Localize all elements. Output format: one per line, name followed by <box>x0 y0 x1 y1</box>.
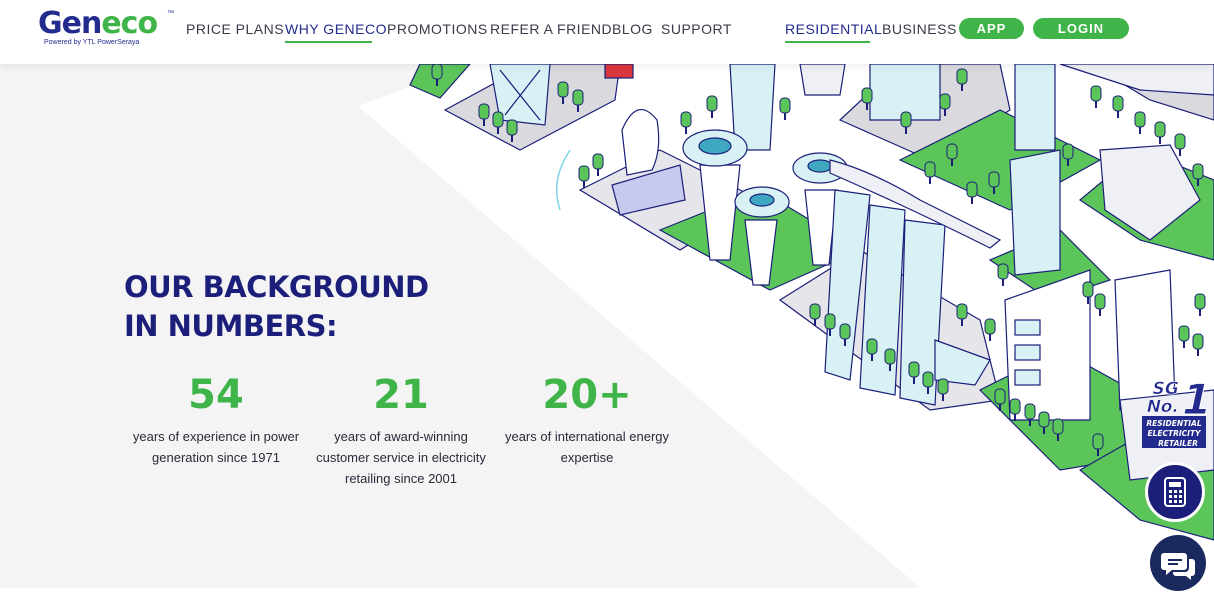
logo-wordmark: Geneco <box>38 6 158 41</box>
stat-value-customer-service: 21 <box>373 372 429 418</box>
section-heading: OUR BACKGROUND IN NUMBERS: <box>124 268 429 346</box>
nav-blog[interactable]: BLOG <box>612 20 653 38</box>
section-heading-line1: OUR BACKGROUND <box>124 270 429 304</box>
logo-word-eco: eco <box>101 6 158 41</box>
stat-desc-line: years of award-winning <box>334 429 468 444</box>
calculator-button[interactable] <box>1145 462 1205 522</box>
segment-active-underline <box>785 41 870 43</box>
badge-line4: ELECTRICITY <box>1147 429 1202 438</box>
login-button[interactable]: LOGIN <box>1033 18 1129 39</box>
stat-desc-customer-service: years of award-winning customer service … <box>301 426 501 489</box>
app-button[interactable]: APP <box>959 18 1024 39</box>
stat-desc-line: customer service in electricity <box>316 450 486 465</box>
nav-promotions[interactable]: PROMOTIONS <box>387 20 488 38</box>
logo-word-gen: Gen <box>38 6 102 41</box>
nav-refer-a-friend[interactable]: REFER A FRIEND <box>490 20 612 38</box>
badge-sg: SG <box>1150 379 1180 399</box>
section-heading-line2: IN NUMBERS: <box>124 309 338 343</box>
stat-value-experience: 54 <box>188 372 244 418</box>
stat-desc-line: generation since 1971 <box>152 450 280 465</box>
badge-line3: RESIDENTIAL <box>1146 419 1201 428</box>
logo-tagline: Powered by YTL PowerSeraya <box>44 39 140 46</box>
section-divider <box>0 588 1214 596</box>
stat-value-international: 20+ <box>542 372 632 418</box>
badge-line5: RETAILER <box>1158 439 1198 448</box>
calculator-icon <box>1164 477 1186 507</box>
badge-no: No. <box>1144 397 1181 417</box>
logo-trademark: ™ <box>167 10 174 17</box>
stat-desc-line: expertise <box>560 450 614 465</box>
site-header: Geneco ™ Powered by YTL PowerSeraya PRIC… <box>0 0 1214 64</box>
stat-desc-experience: years of experience in power generation … <box>116 426 316 468</box>
stat-desc-line: years of international energy <box>504 429 670 444</box>
geneco-logo[interactable]: Geneco ™ Powered by YTL PowerSeraya <box>38 8 178 52</box>
stat-desc-line: years of experience in power <box>132 429 300 444</box>
chat-button[interactable] <box>1150 535 1206 591</box>
nav-price-plans[interactable]: PRICE PLANS <box>186 20 284 38</box>
nav-support[interactable]: SUPPORT <box>661 20 732 38</box>
segment-residential[interactable]: RESIDENTIAL <box>785 20 882 38</box>
chat-icon <box>1161 553 1195 580</box>
stat-desc-line: retailing since 2001 <box>344 471 458 486</box>
stat-desc-international: years of international energy expertise <box>487 426 687 468</box>
sg-no1-badge: SG No. 1 RESIDENTIAL ELECTRICITY RETAILE… <box>1142 376 1214 448</box>
segment-business[interactable]: BUSINESS <box>882 20 957 38</box>
nav-why-geneco[interactable]: WHY GENECO <box>285 20 387 38</box>
nav-active-underline <box>285 41 372 43</box>
